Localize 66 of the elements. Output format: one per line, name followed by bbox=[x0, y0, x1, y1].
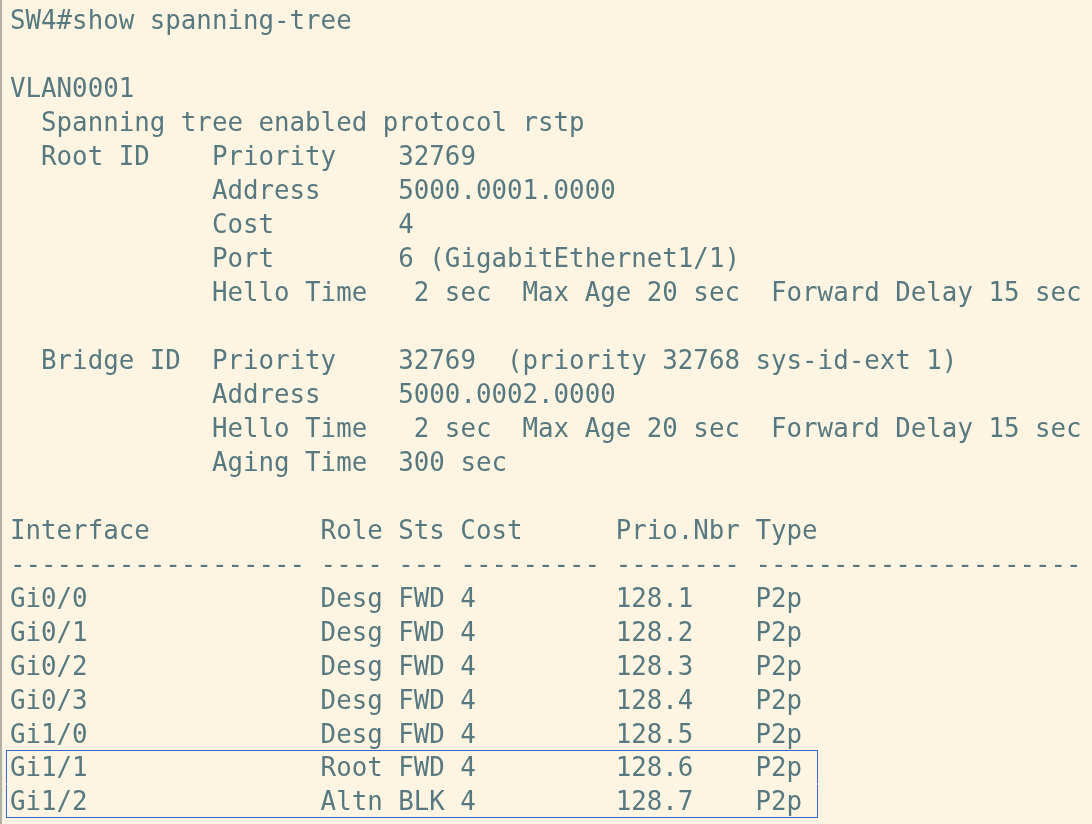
terminal-line: Aging Time 300 sec bbox=[210, 446, 507, 479]
column-header: Cost bbox=[460, 514, 523, 547]
terminal-line: Port 6 (GigabitEthernet1/1) bbox=[210, 242, 740, 275]
column-header: Interface bbox=[10, 514, 150, 547]
table-cell: Gi1/2 bbox=[10, 785, 88, 818]
table-cell: Root bbox=[320, 751, 383, 784]
terminal-line: Cost 4 bbox=[210, 208, 414, 241]
table-cell: FWD bbox=[398, 650, 445, 682]
table-cell: 4 bbox=[460, 582, 476, 614]
table-cell: FWD bbox=[398, 616, 445, 648]
table-cell: P2p bbox=[755, 718, 802, 750]
terminal-line: SW4#show spanning-tree bbox=[10, 4, 352, 37]
table-cell: P2p bbox=[755, 616, 802, 648]
table-cell: P2p bbox=[755, 582, 802, 614]
table-cell: BLK bbox=[398, 785, 445, 818]
terminal-line: VLAN0001 bbox=[10, 72, 135, 105]
table-cell: 4 bbox=[460, 616, 476, 648]
table-cell: 128.4 bbox=[615, 684, 694, 716]
table-cell: 4 bbox=[460, 751, 476, 784]
table-cell: Gi0/2 bbox=[10, 650, 88, 682]
table-cell: 4 bbox=[460, 684, 476, 716]
table-cell: Gi0/3 bbox=[10, 684, 88, 716]
table-cell: Gi1/0 bbox=[10, 718, 88, 750]
table-cell: 128.3 bbox=[615, 650, 694, 682]
table-cell: 4 bbox=[460, 650, 476, 682]
header-separator: --------- bbox=[460, 548, 601, 581]
table-cell: 128.7 bbox=[615, 785, 694, 818]
table-cell: 4 bbox=[460, 718, 476, 750]
table-cell: P2p bbox=[755, 684, 802, 716]
column-header: Prio.Nbr bbox=[615, 514, 740, 547]
table-cell: 128.6 bbox=[615, 751, 694, 784]
table-cell: FWD bbox=[398, 751, 445, 784]
table-cell: Gi0/0 bbox=[10, 582, 88, 614]
table-cell: P2p bbox=[755, 650, 802, 682]
terminal-line: Address 5000.0002.0000 bbox=[210, 378, 616, 411]
table-cell: 128.2 bbox=[615, 616, 694, 648]
terminal-line: Spanning tree enabled protocol rstp bbox=[40, 106, 585, 139]
header-separator: --------------------- bbox=[755, 548, 1082, 581]
table-cell: 128.5 bbox=[615, 718, 694, 750]
table-cell: Gi0/1 bbox=[10, 616, 88, 648]
column-header: Sts bbox=[398, 514, 445, 547]
table-cell: Desg bbox=[320, 718, 383, 750]
table-cell: FWD bbox=[398, 718, 445, 750]
table-cell: 4 bbox=[460, 785, 476, 818]
table-cell: Desg bbox=[320, 616, 383, 648]
column-header: Type bbox=[755, 514, 818, 547]
table-cell: Altn bbox=[320, 785, 383, 818]
table-cell: Desg bbox=[320, 582, 383, 614]
table-cell: FWD bbox=[398, 582, 445, 614]
table-cell: P2p bbox=[755, 785, 802, 818]
column-header: Role bbox=[320, 514, 383, 547]
table-cell: 128.1 bbox=[615, 582, 694, 614]
header-separator: ------------------- bbox=[10, 548, 306, 581]
terminal-line: Hello Time 2 sec Max Age 20 sec Forward Delay 15 sec bbox=[210, 276, 1082, 309]
terminal-line: Root ID Priority 32769 bbox=[40, 140, 476, 173]
table-cell: Gi1/1 bbox=[10, 751, 88, 784]
terminal-line: Hello Time 2 sec Max Age 20 sec Forward Delay 15 sec bbox=[210, 412, 1082, 445]
terminal-line: Address 5000.0001.0000 bbox=[210, 174, 616, 207]
table-cell: Desg bbox=[320, 650, 383, 682]
header-separator: ---- bbox=[320, 548, 383, 581]
header-separator: --- bbox=[398, 548, 445, 581]
table-cell: Desg bbox=[320, 684, 383, 716]
terminal-line: Bridge ID Priority 32769 (priority 32768 sys-id-ext 1) bbox=[40, 344, 958, 377]
table-cell: FWD bbox=[398, 684, 445, 716]
table-cell: P2p bbox=[755, 751, 802, 784]
header-separator: -------- bbox=[615, 548, 740, 581]
